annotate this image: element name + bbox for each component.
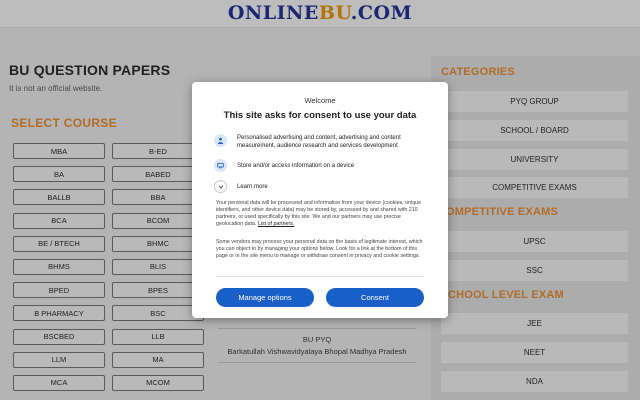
device-icon — [214, 159, 227, 172]
learn-more-toggle[interactable]: Learn more — [214, 180, 428, 193]
consent-button[interactable]: Consent — [326, 288, 424, 307]
consent-purpose-ads: Personalised advertising and content, ad… — [214, 134, 428, 150]
consent-title: This site asks for consent to use your d… — [223, 110, 417, 121]
divider — [216, 276, 424, 277]
consent-dialog: Welcome This site asks for consent to us… — [192, 82, 448, 318]
consent-body-interest: Some vendors may process your personal d… — [216, 239, 423, 259]
partners-link[interactable]: List of partners. — [258, 221, 295, 227]
person-icon — [214, 134, 227, 147]
manage-options-button[interactable]: Manage options — [216, 288, 314, 307]
consent-purpose-storage: Store and/or access information on a dev… — [214, 159, 428, 172]
consent-welcome: Welcome — [304, 96, 336, 105]
consent-body-main: Your personal data will be processed and… — [216, 200, 422, 227]
chevron-down-icon — [214, 180, 227, 193]
